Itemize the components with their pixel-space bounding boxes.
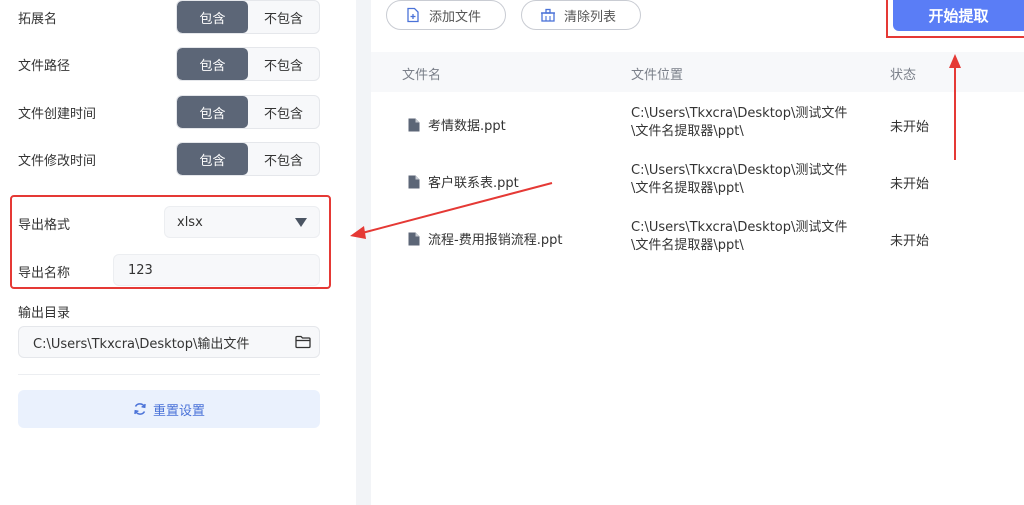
file-icon bbox=[408, 175, 420, 188]
file-path-line: \文件名提取器\ppt\ bbox=[631, 124, 744, 139]
table-header bbox=[371, 52, 1024, 92]
include-button[interactable]: 包含 bbox=[177, 143, 248, 175]
table-row-name[interactable]: 考情数据.ppt bbox=[408, 115, 506, 134]
clear-list-label: 清除列表 bbox=[564, 9, 617, 25]
file-name: 客户联系表.ppt bbox=[428, 176, 519, 191]
include-button[interactable]: 包含 bbox=[177, 1, 248, 33]
file-path-line: C:\Users\Tkxcra\Desktop\测试文件 bbox=[631, 163, 848, 178]
export-name-value: 123 bbox=[128, 262, 153, 278]
export-format-label: 导出格式 bbox=[18, 218, 71, 233]
clear-list-button[interactable]: 清除列表 bbox=[521, 0, 641, 30]
output-dir-label: 输出目录 bbox=[18, 306, 71, 321]
file-status: 未开始 bbox=[890, 120, 930, 135]
file-location: C:\Users\Tkxcra\Desktop\测试文件 \文件名提取器\ppt… bbox=[631, 162, 871, 198]
include-button[interactable]: 包含 bbox=[177, 96, 248, 128]
panel-divider bbox=[356, 0, 371, 505]
setting-row-extension: 拓展名 包含 不包含 bbox=[18, 0, 320, 34]
export-name-label: 导出名称 bbox=[18, 266, 71, 281]
add-file-button[interactable]: 添加文件 bbox=[386, 0, 506, 30]
file-icon bbox=[408, 118, 420, 131]
export-format-value: xlsx bbox=[177, 214, 203, 230]
exclude-button[interactable]: 不包含 bbox=[248, 1, 319, 33]
file-path-line: C:\Users\Tkxcra\Desktop\测试文件 bbox=[631, 220, 848, 235]
include-toggle: 包含 不包含 bbox=[176, 142, 320, 176]
caret-down-icon bbox=[295, 218, 307, 227]
include-toggle: 包含 不包含 bbox=[176, 95, 320, 129]
settings-panel: 拓展名 包含 不包含 文件路径 包含 不包含 文件创建时间 包含 不包含 文件修… bbox=[0, 0, 356, 505]
file-name: 流程-费用报销流程.ppt bbox=[428, 233, 563, 248]
output-dir-input[interactable]: C:\Users\Tkxcra\Desktop\输出文件 bbox=[18, 326, 320, 358]
file-location: C:\Users\Tkxcra\Desktop\测试文件 \文件名提取器\ppt… bbox=[631, 105, 871, 141]
file-location: C:\Users\Tkxcra\Desktop\测试文件 \文件名提取器\ppt… bbox=[631, 219, 871, 255]
export-name-input[interactable]: 123 bbox=[113, 254, 320, 286]
exclude-button[interactable]: 不包含 bbox=[248, 96, 319, 128]
column-header-name: 文件名 bbox=[402, 68, 442, 83]
reset-label: 重置设置 bbox=[152, 403, 205, 419]
column-header-location: 文件位置 bbox=[631, 68, 684, 83]
table-row-name[interactable]: 客户联系表.ppt bbox=[408, 172, 519, 191]
file-status: 未开始 bbox=[890, 234, 930, 249]
add-file-label: 添加文件 bbox=[429, 9, 482, 25]
file-status: 未开始 bbox=[890, 177, 930, 192]
exclude-button[interactable]: 不包含 bbox=[248, 143, 319, 175]
include-button[interactable]: 包含 bbox=[177, 48, 248, 80]
file-name: 考情数据.ppt bbox=[428, 119, 506, 134]
file-path-line: \文件名提取器\ppt\ bbox=[631, 238, 744, 253]
refresh-icon bbox=[134, 403, 146, 415]
column-header-status: 状态 bbox=[890, 68, 917, 83]
file-icon bbox=[408, 232, 420, 245]
setting-row-filepath: 文件路径 包含 不包含 bbox=[18, 47, 320, 81]
exclude-button[interactable]: 不包含 bbox=[248, 48, 319, 80]
file-path-line: \文件名提取器\ppt\ bbox=[631, 181, 744, 196]
include-toggle: 包含 不包含 bbox=[176, 47, 320, 81]
setting-row-modified-time: 文件修改时间 包含 不包含 bbox=[18, 142, 320, 176]
export-format-select[interactable]: xlsx bbox=[164, 206, 320, 238]
include-toggle: 包含 不包含 bbox=[176, 0, 320, 34]
setting-row-created-time: 文件创建时间 包含 不包含 bbox=[18, 95, 320, 129]
reset-settings-button[interactable]: 重置设置 bbox=[18, 390, 320, 428]
start-extract-button[interactable]: 开始提取 bbox=[893, 0, 1024, 31]
output-dir-value: C:\Users\Tkxcra\Desktop\输出文件 bbox=[33, 336, 250, 352]
add-file-icon bbox=[407, 7, 419, 23]
clear-list-icon bbox=[541, 8, 555, 22]
file-path-line: C:\Users\Tkxcra\Desktop\测试文件 bbox=[631, 106, 848, 121]
divider bbox=[18, 374, 320, 375]
table-row-name[interactable]: 流程-费用报销流程.ppt bbox=[408, 229, 562, 248]
folder-icon[interactable] bbox=[295, 335, 311, 349]
